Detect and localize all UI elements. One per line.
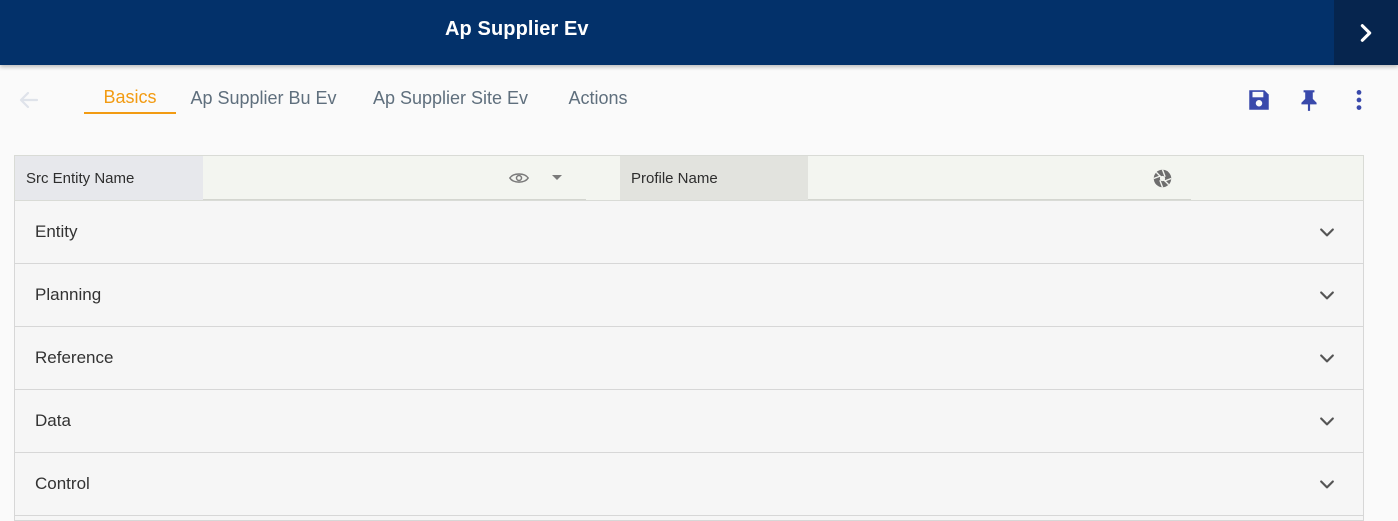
eye-icon — [509, 173, 529, 183]
app-header: Ap Supplier Ev — [0, 0, 1398, 65]
section-planning[interactable]: Planning — [14, 264, 1364, 327]
aperture-icon — [1153, 169, 1171, 187]
chevron-down-icon — [1315, 346, 1339, 370]
tab-basics[interactable]: Basics — [84, 82, 176, 114]
section-label: Control — [35, 474, 90, 493]
profile-lens-button[interactable] — [1150, 167, 1174, 189]
section-reference[interactable]: Reference — [14, 327, 1364, 390]
pin-button[interactable] — [1295, 86, 1323, 114]
section-label: Data — [35, 411, 71, 430]
pin-icon — [1301, 90, 1317, 111]
more-options-button[interactable] — [1345, 86, 1373, 114]
next-button[interactable] — [1334, 0, 1398, 65]
section-label: Entity — [35, 222, 78, 241]
section-entity[interactable]: Entity — [14, 201, 1364, 264]
section-control[interactable]: Control — [14, 453, 1364, 516]
section-next-partial — [14, 516, 1364, 521]
section-label: Reference — [35, 348, 114, 367]
tab-ap-supplier-bu-ev[interactable]: Ap Supplier Bu Ev — [190, 82, 336, 114]
save-icon — [1249, 90, 1269, 110]
src-entity-dropdown[interactable] — [549, 170, 565, 186]
profile-name-label: Profile Name — [620, 156, 808, 200]
back-button[interactable] — [16, 87, 42, 113]
chevron-down-icon — [1315, 283, 1339, 307]
section-data[interactable]: Data — [14, 390, 1364, 453]
arrow-left-icon — [19, 91, 39, 109]
filter-row: Src Entity Name Profile Name — [14, 155, 1364, 201]
src-entity-name-label: Src Entity Name — [15, 156, 203, 200]
caret-down-icon — [552, 175, 562, 180]
chevron-right-icon — [1360, 23, 1372, 42]
tab-ap-supplier-site-ev[interactable]: Ap Supplier Site Ev — [373, 82, 528, 114]
section-label: Planning — [35, 285, 102, 304]
chevron-down-icon — [1315, 220, 1339, 244]
chevron-down-icon — [1315, 409, 1339, 433]
save-button[interactable] — [1245, 86, 1273, 114]
profile-name-input[interactable] — [808, 156, 1191, 200]
chevron-down-icon — [1315, 472, 1339, 496]
view-button[interactable] — [507, 168, 531, 188]
page-title: Ap Supplier Ev — [445, 18, 589, 40]
more-vert-icon — [1356, 90, 1362, 110]
tab-actions[interactable]: Actions — [568, 82, 627, 114]
